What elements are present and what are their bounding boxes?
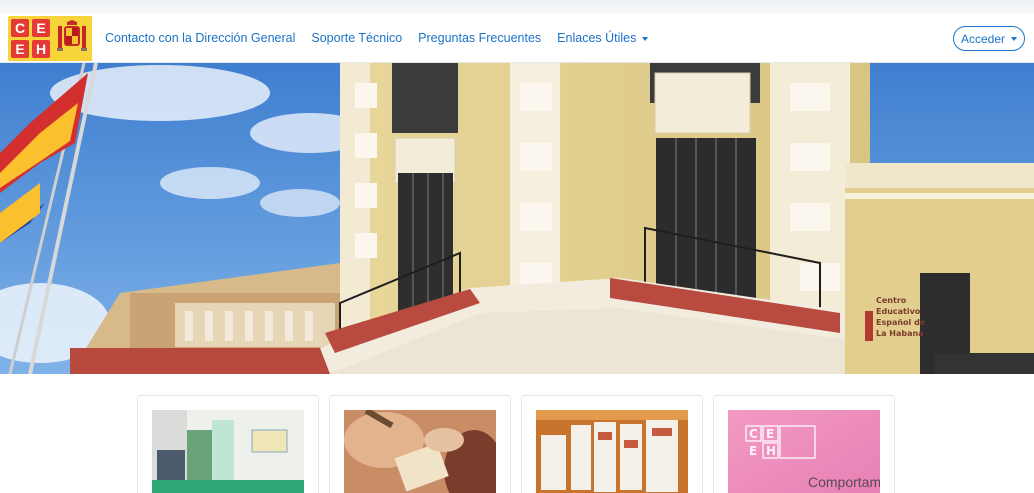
login-label: Acceder [960,31,1006,46]
site-logo[interactable]: C E E H [8,15,94,61]
nav-dropdown-enlaces-label: Enlaces Útiles [557,31,637,45]
sign-line-3: Español de [876,318,926,327]
main-navbar: C E E H Contacto con la Dirección Genera… [0,14,1034,63]
nav-link-contacto[interactable]: Contacto con la Dirección General [105,31,295,45]
comportamiento-label: Comportam [808,474,880,490]
ceeh-logo-letters: C E E H [8,15,53,61]
thumb-logo-letter-e1: E [766,427,774,441]
posters-wall-thumbnail[interactable] [536,410,688,493]
thumb-logo-letter-c: C [749,427,758,441]
chevron-down-icon [642,36,649,41]
login-dropdown-button[interactable]: Acceder [953,26,1025,51]
sign-line-2: Educativo [876,307,921,316]
nav-link-soporte[interactable]: Soporte Técnico [311,31,402,45]
logo-letter-c: C [11,18,29,37]
nav-link-preguntas[interactable]: Preguntas Frecuentes [418,31,541,45]
nav-links: Contacto con la Dirección General Soport… [105,31,664,45]
logo-letter-e1: E [32,18,50,37]
card-classroom[interactable] [137,395,319,493]
card-posters[interactable] [521,395,703,493]
thumb-logo-letter-h: H [766,444,776,458]
hero-image: Centro Educativo Español de La Habana [0,63,1034,374]
cards-row: C E E H Comportam [0,374,1034,493]
card-comportamiento[interactable]: C E E H Comportam [713,395,895,493]
comportamiento-thumbnail[interactable]: C E E H Comportam [728,410,880,493]
logo-letter-h: H [32,39,50,58]
school-building-photo: Centro Educativo Español de La Habana [0,63,1034,374]
sign-line-1: Centro [876,296,907,305]
thumb-logo-letter-e2: E [749,444,757,458]
classroom-thumbnail[interactable] [152,410,304,493]
hands-activity-thumbnail[interactable] [344,410,496,493]
sign-line-4: La Habana [876,329,924,338]
spain-crest-icon [52,15,92,61]
card-hands[interactable] [329,395,511,493]
logo-letter-e2: E [11,39,29,58]
browser-top-strip [0,0,1034,14]
nav-dropdown-enlaces[interactable]: Enlaces Útiles [557,31,649,45]
chevron-down-icon [1011,36,1018,41]
